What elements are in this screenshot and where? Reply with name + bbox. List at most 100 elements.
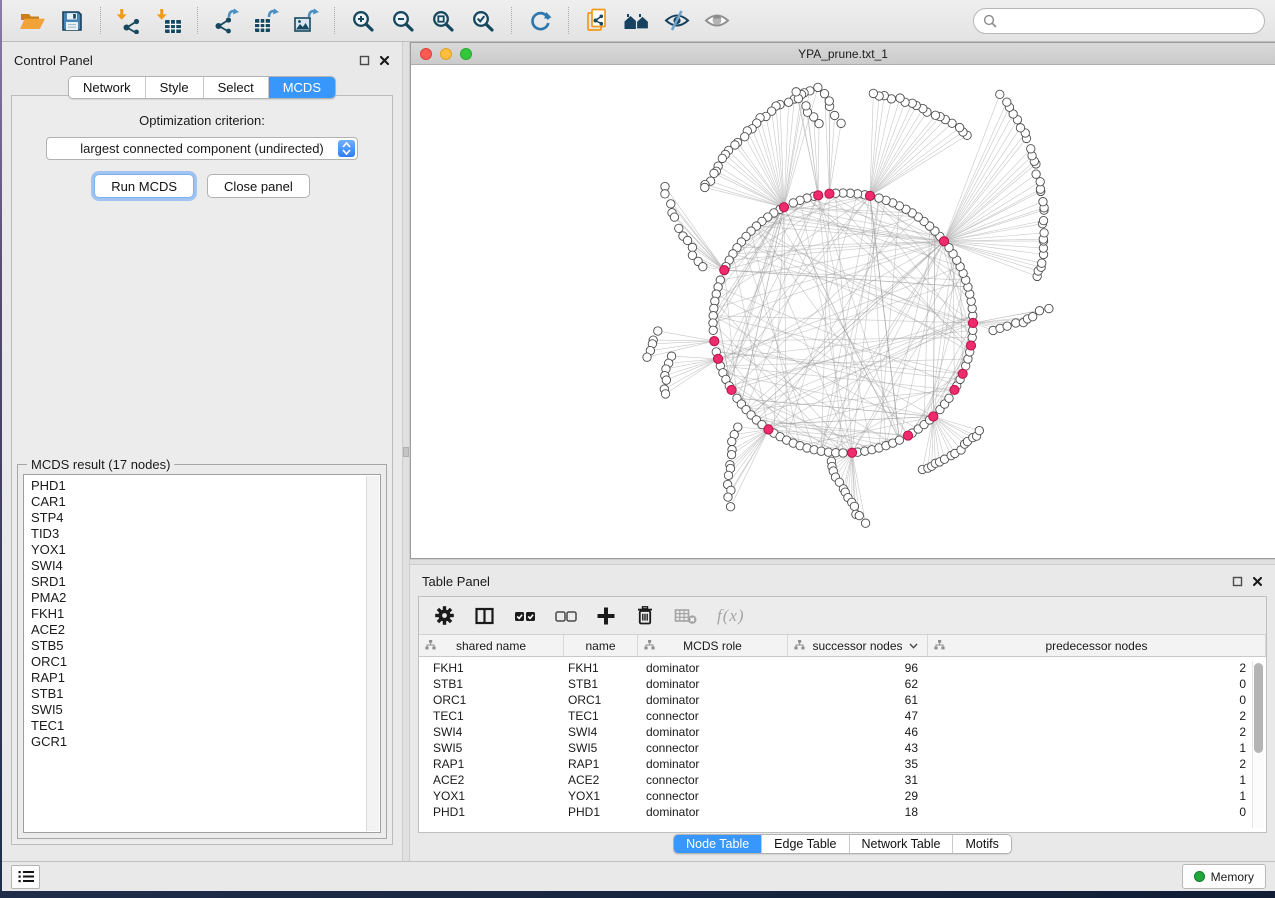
close-panel-icon[interactable] [379, 55, 390, 66]
zoom-out-icon[interactable] [388, 6, 418, 36]
close-table-panel-icon[interactable] [1252, 576, 1263, 587]
mcds-result-item[interactable]: PHD1 [31, 478, 380, 494]
control-panel-title: Control Panel [14, 53, 93, 68]
table-row[interactable]: ACE2ACE2connector311 [419, 772, 1266, 788]
splitter-grip[interactable] [403, 447, 409, 457]
float-table-panel-icon[interactable] [1232, 576, 1243, 587]
table-cell: 2 [928, 757, 1266, 771]
mcds-result-item[interactable]: SWI4 [31, 558, 380, 574]
mcds-result-item[interactable]: YOX1 [31, 542, 380, 558]
mcds-result-item[interactable]: SRD1 [31, 574, 380, 590]
column-header-predecessor-nodes[interactable]: predecessor nodes [928, 635, 1266, 656]
export-image-icon[interactable] [291, 6, 321, 36]
table-row[interactable]: FKH1FKH1dominator962 [419, 660, 1266, 676]
function-builder-icon[interactable]: f(x) [717, 606, 745, 626]
delete-table-icon[interactable] [674, 606, 698, 626]
import-table-icon[interactable] [154, 6, 184, 36]
export-to-web-icon[interactable] [582, 6, 612, 36]
mcds-result-item[interactable]: STB1 [31, 686, 380, 702]
mcds-result-item[interactable]: CAR1 [31, 494, 380, 510]
column-settings-icon[interactable] [434, 605, 455, 626]
table-row[interactable]: ORC1ORC1dominator610 [419, 692, 1266, 708]
export-table-icon[interactable] [251, 6, 281, 36]
table-row[interactable]: TEC1TEC1connector472 [419, 708, 1266, 724]
minimize-window-icon[interactable] [440, 48, 452, 60]
tab-edge-table[interactable]: Edge Table [761, 835, 848, 853]
task-list-icon [18, 870, 34, 883]
close-panel-button[interactable]: Close panel [207, 174, 310, 198]
search-input[interactable] [1003, 12, 1255, 29]
export-network-icon[interactable] [211, 6, 241, 36]
tab-mcds[interactable]: MCDS [268, 77, 335, 98]
table-row[interactable]: RAP1RAP1dominator352 [419, 756, 1266, 772]
select-all-icon[interactable] [514, 606, 536, 626]
mcds-result-list[interactable]: PHD1CAR1STP4TID3YOX1SWI4SRD1PMA2FKH1ACE2… [23, 474, 381, 833]
show-all-icon[interactable] [702, 6, 732, 36]
mcds-result-item[interactable]: TID3 [31, 526, 380, 542]
search-box[interactable] [973, 8, 1265, 34]
table-scrollbar[interactable] [1252, 661, 1264, 828]
column-header-successor-nodes[interactable]: successor nodes [788, 635, 928, 656]
add-row-icon[interactable] [596, 606, 616, 626]
zoom-fit-icon[interactable] [428, 6, 458, 36]
table-scrollbar-thumb[interactable] [1254, 663, 1263, 753]
memory-label: Memory [1211, 870, 1254, 884]
delete-row-icon[interactable] [635, 605, 655, 626]
node-table-header: shared namenameMCDS rolesuccessor nodesp… [419, 635, 1266, 657]
save-session-icon[interactable] [57, 6, 87, 36]
mcds-result-item[interactable]: PMA2 [31, 590, 380, 606]
column-header-name[interactable]: name [564, 635, 638, 656]
mcds-result-item[interactable]: GCR1 [31, 734, 380, 750]
network-view-titlebar[interactable]: YPA_prune.txt_1 [411, 43, 1275, 65]
tab-network-table[interactable]: Network Table [849, 835, 953, 853]
mcds-result-item[interactable]: ORC1 [31, 654, 380, 670]
table-row[interactable]: SWI5SWI5connector431 [419, 740, 1266, 756]
tab-style[interactable]: Style [145, 77, 203, 98]
table-row[interactable]: PHD1PHD1dominator180 [419, 804, 1266, 820]
table-row[interactable]: STB1STB1dominator620 [419, 676, 1266, 692]
vertical-splitter[interactable] [402, 42, 410, 861]
hide-selected-icon[interactable] [662, 6, 692, 36]
mcds-result-item[interactable]: ACE2 [31, 622, 380, 638]
import-network-icon[interactable] [114, 6, 144, 36]
tab-select[interactable]: Select [203, 77, 268, 98]
deselect-all-icon[interactable] [555, 606, 577, 626]
toolbar-separator [511, 7, 512, 34]
show-columns-icon[interactable] [474, 606, 495, 626]
open-session-icon[interactable] [17, 6, 47, 36]
column-header-shared-name[interactable]: shared name [419, 635, 564, 656]
table-row[interactable]: YOX1YOX1connector291 [419, 788, 1266, 804]
maximize-window-icon[interactable] [460, 48, 472, 60]
tab-motifs[interactable]: Motifs [952, 835, 1010, 853]
table-cell: TEC1 [419, 709, 564, 723]
optimization-criterion-select[interactable]: largest connected component (undirected) [46, 137, 358, 160]
table-cell: 1 [928, 773, 1266, 787]
float-panel-icon[interactable] [359, 55, 370, 66]
tab-network[interactable]: Network [69, 77, 145, 98]
close-window-icon[interactable] [420, 48, 432, 60]
task-history-button[interactable] [11, 865, 40, 889]
column-header-MCDS-role[interactable]: MCDS role [638, 635, 788, 656]
result-list-scrollbar[interactable] [366, 476, 379, 831]
table-cell: RAP1 [564, 757, 638, 771]
tab-node-table[interactable]: Node Table [674, 835, 761, 853]
first-neighbors-icon[interactable] [622, 6, 652, 36]
table-cell: 62 [788, 677, 928, 691]
network-canvas[interactable] [411, 65, 1275, 558]
apply-layout-icon[interactable] [525, 6, 555, 36]
run-mcds-button[interactable]: Run MCDS [94, 174, 194, 198]
mcds-result-item[interactable]: SWI5 [31, 702, 380, 718]
zoom-in-icon[interactable] [348, 6, 378, 36]
table-cell: TEC1 [564, 709, 638, 723]
mcds-result-item[interactable]: STP4 [31, 510, 380, 526]
table-cell: 2 [928, 709, 1266, 723]
memory-button[interactable]: Memory [1182, 864, 1266, 889]
table-row[interactable]: SWI4SWI4dominator462 [419, 724, 1266, 740]
mcds-result-item[interactable]: FKH1 [31, 606, 380, 622]
mcds-result-item[interactable]: TEC1 [31, 718, 380, 734]
table-cell: 1 [928, 789, 1266, 803]
mcds-result-item[interactable]: RAP1 [31, 670, 380, 686]
node-table-body: FKH1FKH1dominator962STB1STB1dominator620… [419, 657, 1266, 832]
mcds-result-item[interactable]: STB5 [31, 638, 380, 654]
zoom-selected-icon[interactable] [468, 6, 498, 36]
